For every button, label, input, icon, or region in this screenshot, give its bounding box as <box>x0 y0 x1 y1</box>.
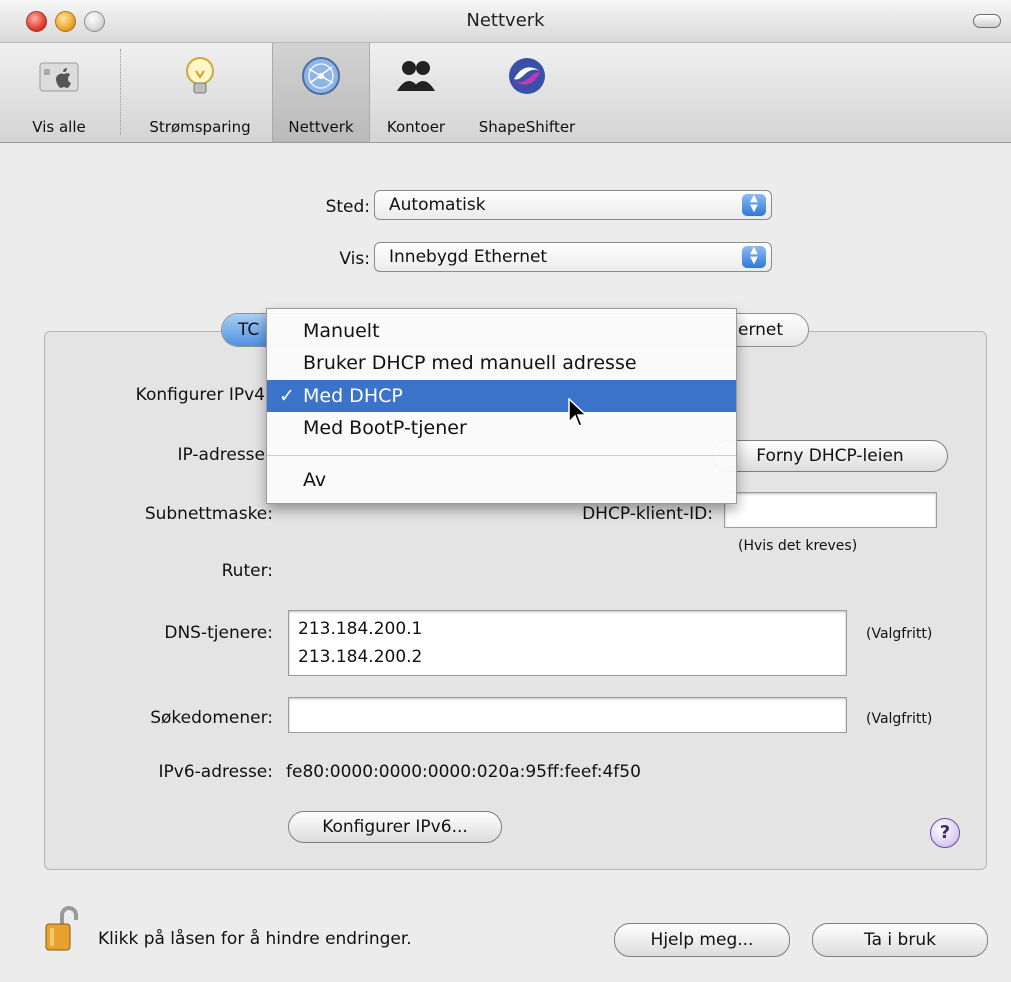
globe-network-icon <box>302 57 340 95</box>
toolbar-label: ShapeShifter <box>478 118 576 136</box>
popup-arrows-icon: ▲ ▼ <box>742 246 766 268</box>
tab-tcpip[interactable]: TC <box>222 314 268 346</box>
toolbar-item-vis-alle[interactable]: Vis alle <box>0 43 118 142</box>
show-value: Innebygd Ethernet <box>389 247 548 267</box>
location-popup[interactable]: Automatisk ▲ ▼ <box>374 190 772 220</box>
users-icon <box>397 61 435 91</box>
help-me-button[interactable]: Hjelp meg... <box>614 923 790 957</box>
toolbar-label: Vis alle <box>32 118 86 136</box>
apply-button[interactable]: Ta i bruk <box>812 923 988 957</box>
toolbar-item-kontoer[interactable]: Kontoer <box>374 43 458 142</box>
configure-ipv4-label: Konfigurer IPv4 <box>135 385 265 405</box>
dns-server-2: 213.184.200.2 <box>298 647 423 667</box>
menu-item-bootp[interactable]: Med BootP-tjener <box>267 412 736 444</box>
tab-ethernet[interactable]: ernet <box>738 320 783 340</box>
dns-hint: (Valgfritt) <box>866 626 933 642</box>
ipv6-address-label: IPv6-adresse: <box>158 762 273 782</box>
dns-label: DNS-tjenere: <box>164 623 273 643</box>
popup-arrows-icon: ▲ ▼ <box>742 194 766 216</box>
dhcp-client-id-hint: (Hvis det kreves) <box>738 538 858 554</box>
subnet-mask-label: Subnettmaske: <box>144 504 273 524</box>
menu-item-label: Med DHCP <box>303 385 403 407</box>
menu-item-manuelt[interactable]: Manuelt <box>267 315 736 347</box>
lightbulb-icon <box>186 57 214 94</box>
dhcp-client-id-label: DHCP-klient-ID: <box>582 504 713 524</box>
menu-item-av[interactable]: Av <box>267 464 736 496</box>
menu-item-dhcp-manual[interactable]: Bruker DHCP med manuell adresse <box>267 347 736 379</box>
help-icon[interactable]: ? <box>930 818 960 848</box>
apple-grid-icon <box>39 62 79 92</box>
location-value: Automatisk <box>389 195 486 215</box>
toolbar: Vis alle Strømsparing Nettverk Kontoer S… <box>0 43 1011 143</box>
lock-description: Klikk på låsen for å hindre endringer. <box>98 929 412 949</box>
menu-separator <box>267 455 736 456</box>
toolbar-label: Nettverk <box>288 118 354 136</box>
toolbar-label: Strømsparing <box>149 118 251 136</box>
unlocked-padlock-icon[interactable] <box>44 906 80 952</box>
shapeshifter-icon <box>509 58 545 94</box>
dns-servers-input[interactable]: 213.184.200.1 213.184.200.2 <box>288 610 847 676</box>
search-domains-label: Søkedomener: <box>150 708 273 728</box>
toolbar-item-stromsparing[interactable]: Strømsparing <box>131 43 269 142</box>
configure-ipv6-button[interactable]: Konfigurer IPv6... <box>288 811 502 843</box>
menu-item-med-dhcp[interactable]: ✓ Med DHCP <box>267 380 736 412</box>
toolbar-toggle-button[interactable] <box>973 14 1001 28</box>
search-domains-input[interactable] <box>288 697 847 733</box>
dhcp-client-id-input[interactable] <box>724 492 937 528</box>
toolbar-label: Kontoer <box>386 118 446 136</box>
toolbar-item-shapeshifter[interactable]: ShapeShifter <box>465 43 589 142</box>
configure-ipv4-menu: Manuelt Bruker DHCP med manuell adresse … <box>266 308 737 504</box>
show-label: Vis: <box>339 249 370 269</box>
show-popup[interactable]: Innebygd Ethernet ▲ ▼ <box>374 242 772 272</box>
checkmark-icon: ✓ <box>279 385 295 407</box>
mouse-cursor-icon <box>568 398 588 427</box>
dns-server-1: 213.184.200.1 <box>298 619 423 639</box>
location-label: Sted: <box>325 197 370 217</box>
renew-dhcp-button[interactable]: Forny DHCP-leien <box>712 440 948 472</box>
ipv6-address-value: fe80:0000:0000:0000:020a:95ff:feef:4f50 <box>286 762 641 782</box>
router-label: Ruter: <box>221 561 273 581</box>
title-bar: Nettverk <box>0 0 1011 43</box>
window-title: Nettverk <box>466 10 545 31</box>
toolbar-item-nettverk[interactable]: Nettverk <box>272 43 370 142</box>
search-hint: (Valgfritt) <box>866 711 933 727</box>
toolbar-separator <box>120 49 121 135</box>
ip-address-label: IP-adresse <box>177 445 265 465</box>
